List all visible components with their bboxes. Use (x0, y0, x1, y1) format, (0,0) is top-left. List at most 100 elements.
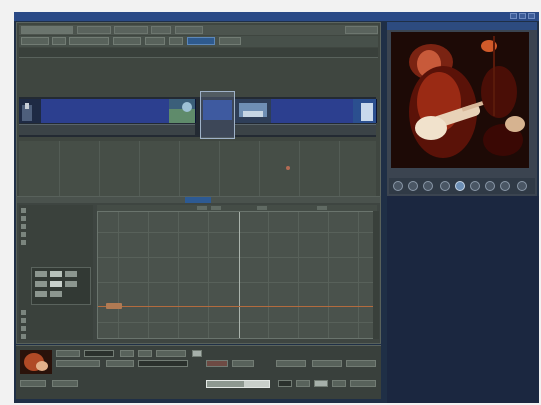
control-button[interactable] (314, 380, 328, 387)
clip-thumbnail (19, 99, 41, 123)
toolbar-button-active[interactable] (187, 37, 215, 45)
step-back-icon[interactable] (408, 181, 418, 191)
go-to-end-icon[interactable] (500, 181, 510, 191)
level-meter[interactable] (206, 380, 270, 388)
control-field[interactable] (350, 380, 376, 387)
video-clip[interactable] (235, 99, 377, 123)
parameter-row[interactable] (21, 317, 91, 324)
parameter-toggle-icon[interactable] (21, 224, 26, 229)
loop-icon[interactable] (517, 181, 527, 191)
grid-line (98, 282, 376, 283)
step-forward-icon[interactable] (470, 181, 480, 191)
control-field[interactable] (346, 360, 376, 367)
toolbar-button[interactable] (219, 37, 241, 45)
color-swatch[interactable] (65, 281, 77, 287)
toolbar-button[interactable] (113, 37, 141, 45)
toolbar-button[interactable] (169, 37, 183, 45)
video-clip[interactable] (19, 99, 196, 123)
playhead-marker[interactable] (286, 166, 290, 170)
control-button[interactable] (296, 380, 310, 387)
toolbar-button[interactable] (52, 37, 66, 45)
parameter-toggle-icon[interactable] (21, 208, 26, 213)
curve-tool-button[interactable] (211, 206, 221, 210)
color-swatch[interactable] (50, 271, 62, 277)
clip-thumbnail (169, 99, 195, 123)
grid-line (99, 141, 100, 203)
grid-line (328, 212, 329, 338)
parameter-toggle-icon[interactable] (21, 232, 26, 237)
control-field[interactable] (56, 350, 80, 357)
control-field[interactable] (106, 360, 134, 367)
control-button[interactable] (120, 350, 134, 357)
effect-editor-tab[interactable] (185, 197, 211, 203)
control-button[interactable] (278, 380, 292, 387)
color-swatch[interactable] (35, 291, 47, 297)
toolbar-button[interactable] (145, 37, 165, 45)
toolbar-button[interactable] (21, 37, 49, 45)
color-swatch[interactable] (50, 281, 62, 287)
control-button[interactable] (206, 360, 228, 367)
control-field[interactable] (276, 360, 306, 367)
grid-line (339, 141, 340, 203)
timeline-tab[interactable] (345, 26, 378, 34)
control-button[interactable] (332, 380, 346, 387)
keyframe-marker[interactable] (106, 303, 122, 309)
color-swatch[interactable] (50, 291, 62, 297)
parameter-toggle-icon[interactable] (21, 334, 26, 339)
curve-tool-button[interactable] (197, 206, 207, 210)
play-reverse-icon[interactable] (423, 181, 433, 191)
viewer-title-bar (387, 22, 537, 30)
control-field[interactable] (56, 360, 100, 367)
parameter-row[interactable] (21, 215, 91, 222)
control-field[interactable] (52, 380, 78, 387)
control-button[interactable] (232, 360, 254, 367)
timeline-tab[interactable] (77, 26, 111, 34)
keyframe-curve[interactable] (98, 306, 376, 307)
parameter-toggle-icon[interactable] (21, 318, 26, 323)
control-button[interactable] (138, 350, 152, 357)
parameter-toggle-icon[interactable] (21, 240, 26, 245)
audio-track-area[interactable] (19, 141, 376, 203)
timeline-ruler[interactable] (19, 48, 378, 58)
toolbar-button[interactable] (69, 37, 109, 45)
time-cursor-line[interactable] (239, 212, 240, 338)
play-icon[interactable] (455, 181, 465, 191)
control-field[interactable] (156, 350, 186, 357)
minimize-icon[interactable] (510, 13, 517, 19)
parameter-toggle-icon[interactable] (21, 216, 26, 221)
timeline-tab[interactable] (175, 26, 203, 34)
parameter-row[interactable] (21, 325, 91, 332)
fast-forward-icon[interactable] (485, 181, 495, 191)
keyframe-curve-graph[interactable] (97, 211, 377, 339)
parameter-row[interactable] (21, 231, 91, 238)
parameter-row[interactable] (21, 223, 91, 230)
empty-desktop-area (387, 196, 539, 403)
timeline-tab[interactable] (151, 26, 171, 34)
parameter-row[interactable] (21, 207, 91, 214)
selected-transition[interactable] (200, 91, 235, 139)
control-field[interactable] (312, 360, 342, 367)
control-field[interactable] (84, 350, 114, 357)
control-field[interactable] (20, 380, 46, 387)
stop-icon[interactable] (440, 181, 450, 191)
close-icon[interactable] (528, 13, 535, 19)
color-swatch[interactable] (65, 271, 77, 277)
color-swatch[interactable] (35, 271, 47, 277)
color-swatch[interactable] (35, 281, 47, 287)
parameter-row[interactable] (21, 333, 91, 340)
maximize-icon[interactable] (519, 13, 526, 19)
timeline-tab[interactable] (114, 26, 148, 34)
timeline-tab[interactable] (21, 26, 73, 34)
control-field[interactable] (138, 360, 188, 367)
curve-tool-button[interactable] (257, 206, 267, 210)
curve-tool-button[interactable] (317, 206, 327, 210)
rewind-to-start-icon[interactable] (393, 181, 403, 191)
parameter-toggle-icon[interactable] (21, 310, 26, 315)
grid-line (148, 212, 149, 338)
parameter-toggle-icon[interactable] (21, 326, 26, 331)
parameter-row[interactable] (21, 239, 91, 246)
control-button[interactable] (192, 350, 202, 357)
curve-vertical-scrollbar[interactable] (373, 211, 379, 339)
parameter-row[interactable] (21, 309, 91, 316)
source-clip-thumbnail[interactable] (20, 350, 52, 374)
